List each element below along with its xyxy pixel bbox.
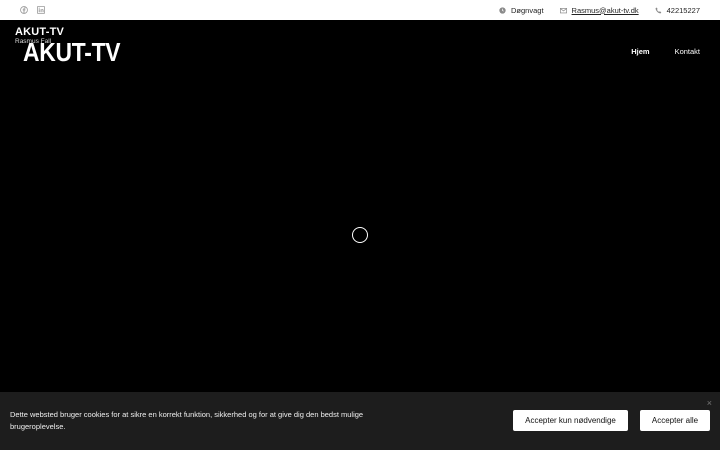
- nav-item-kontakt[interactable]: Kontakt: [675, 47, 700, 56]
- mail-icon: [559, 7, 567, 14]
- linkedin-icon[interactable]: [37, 6, 45, 14]
- facebook-icon[interactable]: [20, 6, 28, 14]
- top-bar: Døgnvagt Rasmus@akut-tv.dk 42215227: [0, 0, 720, 20]
- hero-title: AKUT-TV: [23, 37, 121, 67]
- cookie-text: Dette websted bruger cookies for at sikr…: [10, 410, 364, 431]
- main-nav: Hjem Kontakt: [631, 47, 700, 56]
- phone-icon: [655, 7, 662, 14]
- clock-icon: [499, 6, 506, 14]
- email-link[interactable]: Rasmus@akut-tv.dk: [572, 6, 639, 15]
- social-links: [20, 6, 45, 14]
- cookie-buttons: Accepter kun nødvendige Accepter alle: [513, 410, 710, 431]
- loading-spinner: [352, 227, 368, 243]
- accept-all-button[interactable]: Accepter alle: [640, 410, 710, 431]
- phone-number[interactable]: 42215227: [667, 6, 700, 15]
- hours-info: Døgnvagt: [499, 6, 544, 15]
- email-info: Rasmus@akut-tv.dk: [559, 6, 639, 15]
- hero-section: [0, 20, 720, 392]
- nav-item-hjem[interactable]: Hjem: [631, 47, 649, 56]
- accept-necessary-button[interactable]: Accepter kun nødvendige: [513, 410, 628, 431]
- hours-label: Døgnvagt: [511, 5, 544, 15]
- phone-info: 42215227: [655, 6, 700, 15]
- cookie-banner: Dette websted bruger cookies for at sikr…: [0, 392, 720, 450]
- close-icon[interactable]: ×: [707, 399, 712, 408]
- contact-info: Døgnvagt Rasmus@akut-tv.dk 42215227: [499, 6, 700, 15]
